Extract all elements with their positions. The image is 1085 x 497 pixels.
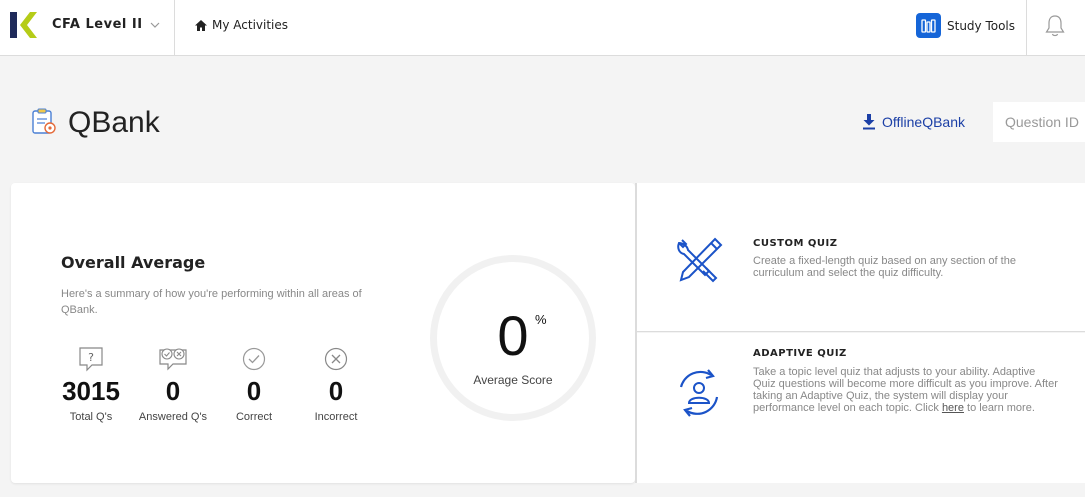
question-bubble-icon: ?	[79, 347, 103, 372]
adaptive-quiz-description: Take a topic level quiz that adjusts to …	[753, 366, 1058, 414]
stat-correct: 0 Correct	[214, 346, 294, 423]
average-score-unit: %	[535, 312, 547, 327]
stat-value: 0	[246, 376, 262, 406]
stat-answered-questions: 0 Answered Q's	[133, 346, 213, 423]
custom-quiz-card[interactable]: CUSTOM QUIZ Create a fixed-length quiz b…	[637, 183, 1085, 332]
stat-label: Incorrect	[314, 411, 358, 423]
stat-value: 0	[328, 376, 344, 406]
stat-label: Total Q's	[69, 411, 113, 423]
learn-more-link[interactable]: here	[942, 402, 964, 414]
download-icon	[863, 114, 875, 130]
course-label: CFA Level II	[52, 17, 143, 32]
overall-average-description: Here's a summary of how you're performin…	[61, 288, 362, 316]
study-tools-label: Study Tools	[947, 18, 1016, 33]
top-nav: CFA Level II My Activities Study Tools	[0, 0, 1085, 56]
notification-bell-icon[interactable]	[1044, 14, 1066, 38]
home-icon	[195, 19, 207, 31]
overall-average-title: Overall Average	[61, 253, 206, 272]
qbank-icon	[32, 108, 56, 134]
tools-icon	[677, 237, 723, 283]
offline-qbank-link[interactable]: OfflineQBank	[862, 114, 965, 130]
average-score-value: 0	[497, 304, 529, 367]
svg-text:?: ?	[88, 351, 94, 364]
stat-total-questions: ? 3015 Total Q's	[51, 346, 131, 423]
average-score-ring: 0 % Average Score	[430, 255, 596, 421]
my-activities-label: My Activities	[212, 18, 289, 32]
study-tools-button[interactable]: Study Tools	[916, 13, 1015, 38]
study-tools-icon	[916, 13, 941, 38]
course-selector[interactable]: CFA Level II	[52, 17, 161, 32]
average-score-label: Average Score	[473, 373, 553, 387]
x-circle-icon	[324, 347, 348, 371]
page-title: QBank	[68, 106, 160, 139]
question-id-input[interactable]	[993, 102, 1085, 142]
nav-divider	[1026, 0, 1027, 56]
offline-qbank-label: OfflineQBank	[882, 114, 966, 130]
stat-value: 0	[165, 376, 181, 406]
adaptive-quiz-text-end: to learn more.	[963, 402, 1035, 414]
adaptive-quiz-title: ADAPTIVE QUIZ	[753, 348, 847, 359]
kaplan-logo[interactable]	[10, 12, 38, 38]
chevron-down-icon	[150, 22, 160, 28]
check-circle-icon	[242, 347, 266, 371]
overall-average-card: Overall Average Here's a summary of how …	[11, 183, 635, 483]
nav-divider	[174, 0, 175, 56]
adaptive-quiz-card[interactable]: ADAPTIVE QUIZ Take a topic level quiz th…	[637, 333, 1085, 483]
stat-incorrect: 0 Incorrect	[296, 346, 376, 423]
custom-quiz-title: CUSTOM QUIZ	[753, 238, 838, 249]
my-activities-link[interactable]: My Activities	[195, 18, 288, 32]
stat-value: 3015	[62, 376, 120, 406]
custom-quiz-description: Create a fixed-length quiz based on any …	[753, 255, 1016, 279]
answered-bubble-icon	[159, 348, 187, 371]
adaptive-user-cycle-icon	[679, 369, 719, 417]
stat-label: Correct	[235, 411, 273, 423]
stat-label: Answered Q's	[138, 411, 208, 423]
